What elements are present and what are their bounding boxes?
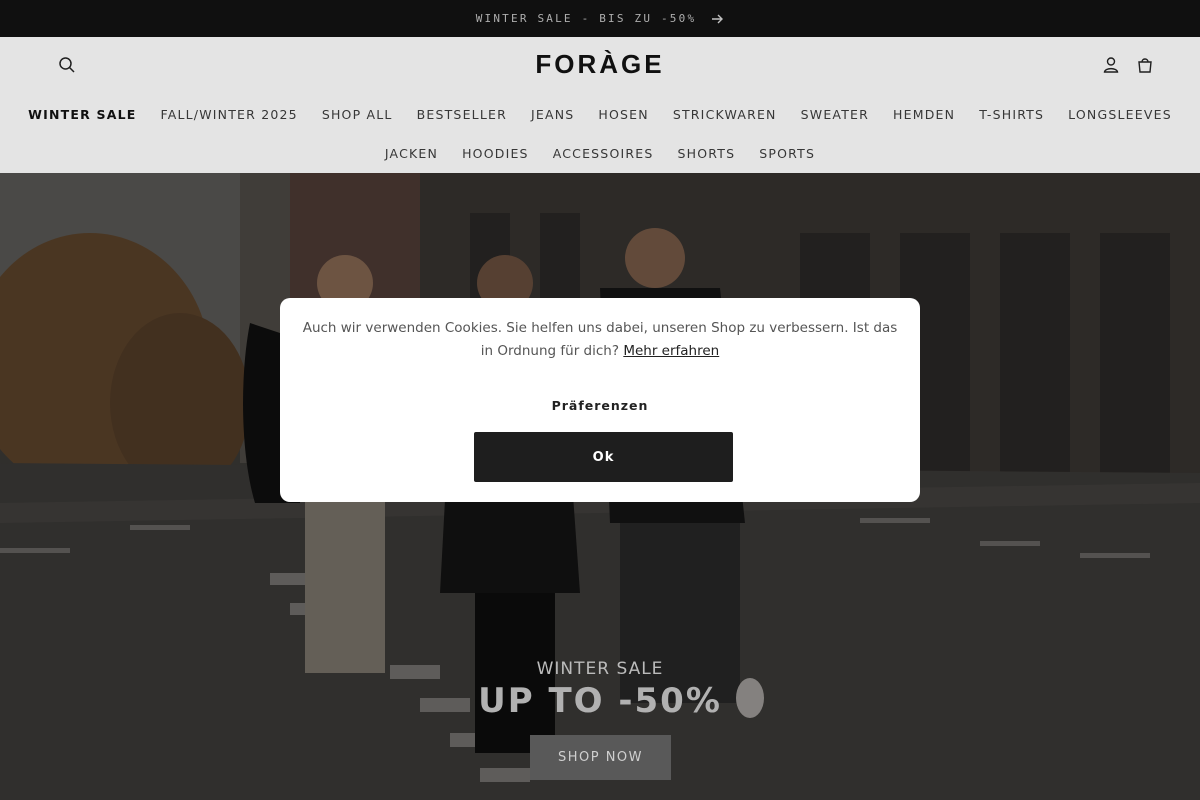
nav-item-shop-all[interactable]: SHOP ALL (310, 107, 405, 122)
site-header: FORÀGE WINTER SALE FALL/WINTER 2025 SHOP… (0, 37, 1200, 173)
cart-icon[interactable] (1135, 55, 1155, 75)
hero-heading: UP TO -50% (478, 681, 722, 721)
nav-item-sports[interactable]: SPORTS (747, 146, 827, 161)
cookie-learn-more-link[interactable]: Mehr erfahren (623, 343, 719, 359)
nav-item-strickwaren[interactable]: STRICKWAREN (661, 107, 789, 122)
cookie-message: Auch wir verwenden Cookies. Sie helfen u… (302, 320, 898, 359)
nav-item-fall-winter-2025[interactable]: FALL/WINTER 2025 (148, 107, 309, 122)
main-nav-row-2: JACKEN HOODIES ACCESSOIRES SHORTS SPORTS (0, 134, 1200, 173)
cookie-preferences-button[interactable]: Präferenzen (280, 398, 920, 413)
nav-item-bestseller[interactable]: BESTSELLER (405, 107, 519, 122)
cookie-ok-button[interactable]: Ok (474, 432, 733, 482)
nav-item-jeans[interactable]: JEANS (519, 107, 586, 122)
announcement-bar[interactable]: WINTER SALE - BIS ZU -50% (0, 0, 1200, 37)
user-icon[interactable] (1101, 55, 1121, 75)
nav-item-jacken[interactable]: JACKEN (373, 146, 450, 161)
announcement-text[interactable]: WINTER SALE - BIS ZU -50% (476, 12, 697, 25)
nav-item-accessoires[interactable]: ACCESSOIRES (541, 146, 666, 161)
nav-item-hosen[interactable]: HOSEN (586, 107, 660, 122)
nav-item-shorts[interactable]: SHORTS (666, 146, 748, 161)
nav-item-t-shirts[interactable]: T-SHIRTS (967, 107, 1056, 122)
nav-item-hoodies[interactable]: HOODIES (450, 146, 541, 161)
nav-item-longsleeves[interactable]: LONGSLEEVES (1056, 107, 1184, 122)
cookie-text-block: Auch wir verwenden Cookies. Sie helfen u… (300, 317, 900, 363)
nav-item-hemden[interactable]: HEMDEN (881, 107, 967, 122)
nav-item-winter-sale[interactable]: WINTER SALE (16, 107, 148, 122)
site-logo[interactable]: FORÀGE (529, 49, 671, 79)
cookie-banner: Auch wir verwenden Cookies. Sie helfen u… (280, 298, 920, 502)
arrow-right-icon (712, 14, 724, 23)
hero-kicker: WINTER SALE (536, 659, 664, 679)
main-nav-row-1: WINTER SALE FALL/WINTER 2025 SHOP ALL BE… (0, 95, 1200, 134)
shop-now-button[interactable]: SHOP NOW (530, 735, 671, 780)
search-icon[interactable] (57, 55, 77, 75)
nav-item-sweater[interactable]: SWEATER (789, 107, 881, 122)
